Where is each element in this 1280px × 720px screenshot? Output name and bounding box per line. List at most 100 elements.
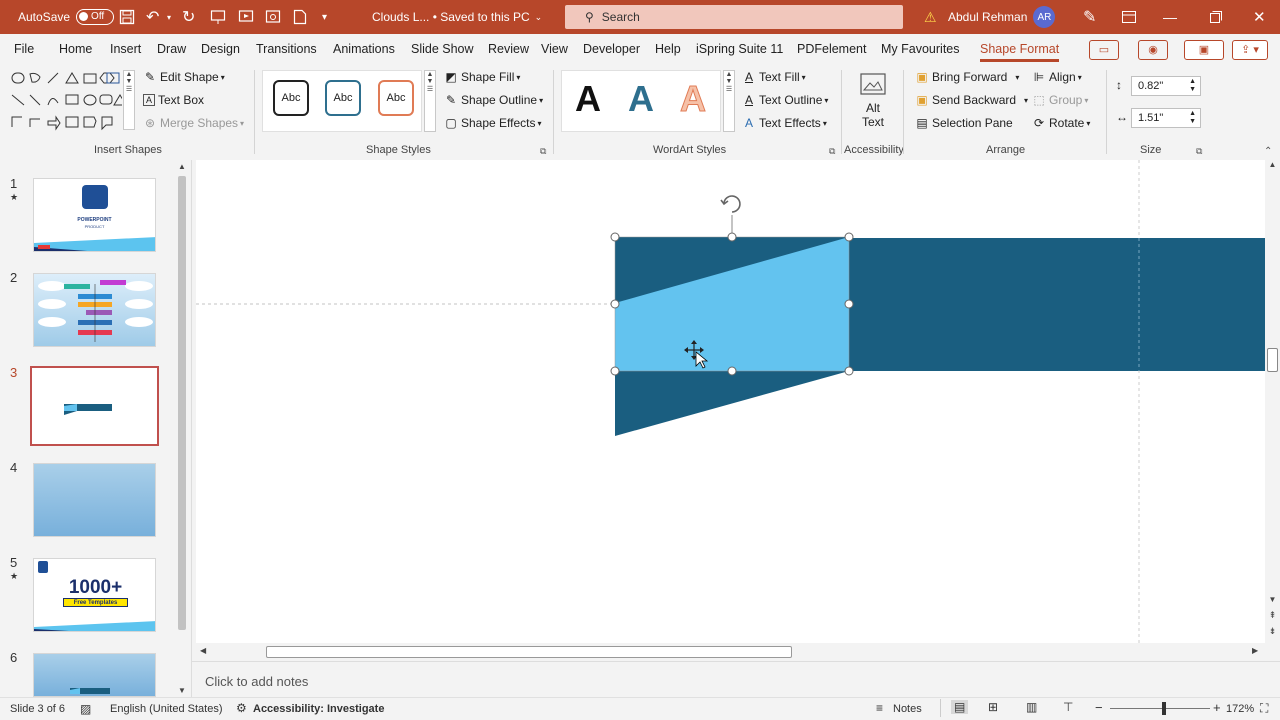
text-box-button[interactable]: A Text Box (143, 93, 204, 107)
warning-icon[interactable]: ⚠ (924, 0, 937, 34)
next-slide-icon[interactable]: ⇟ (1265, 626, 1280, 637)
tab-developer[interactable]: Developer (583, 42, 640, 56)
tab-pdfelement[interactable]: PDFelement (797, 42, 866, 56)
present-icon[interactable] (210, 0, 226, 34)
wordart-style-orange[interactable]: A (680, 78, 707, 120)
user-account[interactable]: Abdul Rehman AR (948, 0, 1056, 34)
tab-my-favourites[interactable]: My Favourites (881, 42, 960, 56)
slide-canvas[interactable] (196, 160, 1265, 643)
accessibility-status[interactable]: Accessibility: Investigate (253, 703, 384, 715)
record-icon[interactable]: ◉ (1138, 40, 1168, 60)
text-outline-button[interactable]: A Text Outline ▾ (742, 93, 828, 107)
shape-styles-scroll[interactable]: ▲ ▼ ☰ (424, 70, 436, 132)
tab-shape-format[interactable]: Shape Format (980, 42, 1060, 62)
shape-height-field[interactable]: 0.82" ▲ ▼ (1131, 76, 1201, 96)
align-button[interactable]: ⊫ Align ▾ (1032, 70, 1082, 84)
from-beginning-icon[interactable] (238, 0, 254, 34)
scroll-thumb[interactable] (178, 176, 186, 630)
shape-effects-button[interactable]: ▢ Shape Effects ▾ (444, 116, 541, 130)
slide-thumbnail-6[interactable] (33, 653, 156, 697)
scroll-thumb[interactable] (1267, 348, 1278, 372)
maximize-icon[interactable] (1210, 0, 1222, 34)
scroll-left-icon[interactable]: ◀ (200, 646, 206, 655)
tab-design[interactable]: Design (201, 42, 240, 56)
slide-thumbnail-2[interactable] (33, 273, 156, 347)
tab-draw[interactable]: Draw (157, 42, 186, 56)
previous-slide-icon[interactable]: ⇞ (1265, 610, 1280, 621)
dialog-launcher-icon[interactable]: ⧉ (829, 146, 835, 157)
thumbnail-scrollbar[interactable]: ▲ ▼ (176, 162, 188, 697)
merge-shapes-button[interactable]: ⊛ Merge Shapes ▾ (143, 116, 244, 130)
search-box[interactable]: ⚲ Search (565, 5, 903, 29)
fit-to-window-icon[interactable]: ⛶ (1260, 701, 1268, 716)
zoom-slider-track[interactable] (1110, 708, 1210, 709)
slide-sorter-icon[interactable]: ⊞ (988, 700, 998, 714)
alt-text-button[interactable]: Alt Text (855, 72, 891, 142)
wordart-style-black[interactable]: A (575, 78, 601, 120)
scroll-up-icon[interactable]: ▲ (1265, 160, 1280, 169)
comments-icon[interactable]: ▭ (1089, 40, 1119, 60)
edit-shape-button[interactable]: ✎ Edit Shape ▾ (143, 70, 225, 84)
dialog-launcher-icon[interactable]: ⧉ (1196, 146, 1202, 157)
slideshow-view-icon[interactable]: ⊤ (1063, 700, 1073, 714)
rotate-button[interactable]: ⟳ Rotate ▾ (1032, 116, 1090, 130)
zoom-out-icon[interactable]: − (1095, 700, 1103, 715)
tab-slide-show[interactable]: Slide Show (411, 42, 474, 56)
zoom-level[interactable]: 172% (1226, 703, 1254, 715)
minimize-icon[interactable]: — (1163, 0, 1177, 34)
wordart-scroll[interactable]: ▲ ▼ ☰ (723, 70, 735, 132)
scroll-right-icon[interactable]: ▶ (1252, 646, 1258, 655)
group-button[interactable]: ⬚ Group ▾ (1032, 93, 1088, 107)
notes-button[interactable]: Notes (893, 703, 922, 715)
customize-qat-icon[interactable]: ▾ (322, 0, 327, 34)
scroll-thumb[interactable] (266, 646, 792, 658)
save-icon[interactable] (119, 0, 135, 34)
teams-present-icon[interactable]: ▣ (1184, 40, 1224, 60)
canvas-horizontal-scrollbar[interactable]: ◀ ▶ (196, 643, 1265, 661)
scroll-up-icon[interactable]: ▲ (176, 162, 188, 171)
undo-dropdown-icon[interactable]: ▾ (167, 0, 171, 34)
collapse-ribbon-icon[interactable]: ⌃ (1264, 146, 1272, 157)
normal-view-icon[interactable]: ▤ (951, 700, 969, 714)
slide-thumbnail-1[interactable]: POWERPOINT PRODUCT (33, 178, 156, 252)
tab-file[interactable]: File (14, 42, 34, 56)
slide-thumbnail-3[interactable] (30, 366, 159, 446)
document-title[interactable]: Clouds L... • Saved to this PC ⌄ (372, 0, 542, 34)
reading-view-icon[interactable]: ▥ (1026, 700, 1037, 714)
tab-review[interactable]: Review (488, 42, 529, 56)
slide-thumbnail-4[interactable] (33, 463, 156, 537)
tab-insert[interactable]: Insert (110, 42, 141, 56)
autosave-toggle[interactable]: Off (76, 9, 115, 25)
zoom-slider-thumb[interactable] (1162, 702, 1166, 715)
slide-thumbnail-5[interactable]: 1000+ Free Templates (33, 558, 156, 632)
ribbon-display-icon[interactable] (1122, 0, 1136, 34)
scroll-down-icon[interactable]: ▼ (176, 686, 188, 695)
tab-view[interactable]: View (541, 42, 568, 56)
bring-forward-button[interactable]: ▣ Bring Forward ▾ (915, 70, 1019, 84)
scroll-down-icon[interactable]: ▼ (1265, 595, 1280, 604)
shape-width-field[interactable]: 1.51" ▲ ▼ (1131, 108, 1201, 128)
shape-style-orange[interactable]: Abc (378, 80, 414, 116)
autosave[interactable]: AutoSave Off (18, 0, 115, 34)
shapes-gallery-scroll[interactable]: ▲ ▼ ☰ (123, 70, 135, 130)
canvas-vertical-scrollbar[interactable]: ▲ ▼ ⇞ ⇟ (1265, 160, 1280, 643)
send-backward-button[interactable]: ▣ Send Backward ▾ (915, 93, 1028, 107)
text-fill-button[interactable]: A Text Fill ▾ (742, 70, 806, 84)
spellcheck-icon[interactable]: ▨ (80, 702, 91, 716)
language[interactable]: English (United States) (110, 703, 223, 715)
zoom-in-icon[interactable]: + (1213, 700, 1221, 715)
shape-style-black[interactable]: Abc (273, 80, 309, 116)
pen-icon[interactable]: ✎ (1083, 0, 1096, 34)
text-effects-button[interactable]: A Text Effects ▾ (742, 116, 827, 130)
shape-outline-button[interactable]: ✎ Shape Outline ▾ (444, 93, 543, 107)
tab-animations[interactable]: Animations (333, 42, 395, 56)
dialog-launcher-icon[interactable]: ⧉ (540, 146, 546, 157)
shapes-gallery[interactable] (10, 71, 127, 131)
tab-ispring[interactable]: iSpring Suite 11 (696, 42, 783, 56)
tab-help[interactable]: Help (655, 42, 681, 56)
redo-icon[interactable]: ↻ (182, 0, 195, 34)
selection-pane-button[interactable]: ▤ Selection Pane (915, 116, 1012, 130)
shape-style-blue[interactable]: Abc (325, 80, 361, 116)
close-icon[interactable]: ✕ (1253, 0, 1266, 34)
share-icon[interactable]: ⇪ ▾ (1232, 40, 1268, 60)
